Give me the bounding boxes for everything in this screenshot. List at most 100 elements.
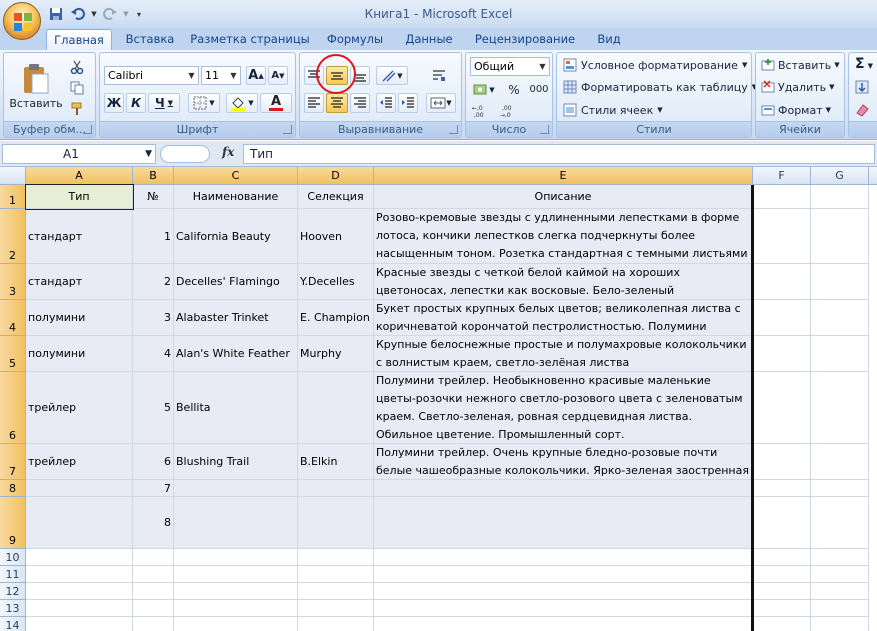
table-cell[interactable]: трейлер: [26, 372, 133, 444]
increase-indent-button[interactable]: [398, 93, 418, 113]
table-cell[interactable]: [298, 497, 374, 549]
header-cell[interactable]: Описание: [374, 185, 753, 209]
table-cell[interactable]: California Beauty: [174, 209, 298, 264]
table-cell[interactable]: B.Elkin: [298, 444, 374, 480]
tab-data[interactable]: Данные: [398, 29, 460, 50]
insert-function-icon[interactable]: fx: [222, 145, 234, 159]
table-cell[interactable]: [811, 336, 869, 372]
currency-button[interactable]: ▼: [470, 80, 498, 99]
header-cell[interactable]: Селекция: [298, 185, 374, 209]
clipboard-launcher-icon[interactable]: [83, 125, 92, 134]
name-box[interactable]: A1 ▼: [2, 144, 156, 164]
row-header[interactable]: 8: [0, 480, 26, 497]
table-cell[interactable]: [298, 600, 374, 617]
table-cell[interactable]: Розово-кремовые звезды с удлиненными леп…: [374, 209, 753, 264]
table-cell[interactable]: [298, 372, 374, 444]
orientation-button[interactable]: ▼: [376, 66, 408, 85]
underline-button[interactable]: Ч ▼: [148, 93, 180, 113]
borders-button[interactable]: ▼: [188, 93, 220, 113]
table-cell[interactable]: Букет простых крупных белых цветов; вели…: [374, 300, 753, 336]
column-header-f[interactable]: F: [753, 167, 811, 185]
table-cell[interactable]: [811, 480, 869, 497]
table-cell[interactable]: [753, 372, 811, 444]
table-cell[interactable]: [374, 497, 753, 549]
table-cell[interactable]: [374, 566, 753, 583]
header-cell[interactable]: №: [133, 185, 174, 209]
table-cell[interactable]: трейлер: [26, 444, 133, 480]
bold-button[interactable]: Ж: [104, 93, 124, 113]
table-cell[interactable]: [174, 566, 298, 583]
table-cell[interactable]: 3: [133, 300, 174, 336]
row-header[interactable]: 3: [0, 264, 26, 300]
table-cell[interactable]: [811, 497, 869, 549]
table-cell[interactable]: [374, 480, 753, 497]
table-cell[interactable]: Decelles' Flamingo: [174, 264, 298, 300]
tab-page-layout[interactable]: Разметка страницы: [190, 29, 310, 50]
table-cell[interactable]: [374, 617, 753, 631]
header-cell[interactable]: Наименование: [174, 185, 298, 209]
table-cell[interactable]: [298, 549, 374, 566]
table-cell[interactable]: [811, 583, 869, 600]
table-cell[interactable]: [753, 497, 811, 549]
table-cell[interactable]: [374, 600, 753, 617]
table-cell[interactable]: [753, 600, 811, 617]
table-cell[interactable]: [753, 336, 811, 372]
table-cell[interactable]: [26, 480, 133, 497]
table-cell[interactable]: [174, 583, 298, 600]
table-cell[interactable]: Blushing Trail: [174, 444, 298, 480]
column-header-b[interactable]: B: [133, 167, 174, 185]
row-header[interactable]: 9: [0, 497, 26, 549]
table-cell[interactable]: Крупные белоснежные простые и полумахров…: [374, 336, 753, 372]
autosum-button[interactable]: Σ ▼: [855, 56, 873, 72]
insert-cells-button[interactable]: Вставить ▼: [761, 58, 840, 72]
table-cell[interactable]: Alan's White Feather: [174, 336, 298, 372]
table-cell[interactable]: [811, 209, 869, 264]
wrap-text-icon[interactable]: [428, 66, 450, 85]
decrease-decimal-icon[interactable]: ,00 →,0: [498, 101, 522, 120]
table-cell[interactable]: [298, 566, 374, 583]
table-cell[interactable]: стандарт: [26, 209, 133, 264]
tab-home[interactable]: Главная: [46, 29, 112, 50]
paste-button[interactable]: Вставить: [9, 56, 63, 116]
table-cell[interactable]: Murphy: [298, 336, 374, 372]
clear-button[interactable]: [855, 103, 869, 120]
table-cell[interactable]: Hooven: [298, 209, 374, 264]
table-cell[interactable]: [133, 600, 174, 617]
row-header[interactable]: 4: [0, 300, 26, 336]
table-cell[interactable]: [753, 209, 811, 264]
table-cell[interactable]: [374, 583, 753, 600]
table-cell[interactable]: [753, 617, 811, 631]
table-cell[interactable]: [753, 264, 811, 300]
row-header[interactable]: 6: [0, 372, 26, 444]
table-cell[interactable]: [174, 600, 298, 617]
format-as-table-button[interactable]: Форматировать как таблицу▼: [563, 80, 757, 94]
table-cell[interactable]: [811, 600, 869, 617]
increase-decimal-icon[interactable]: ←,0,00: [470, 101, 494, 120]
row-header[interactable]: 13: [0, 600, 26, 617]
row-header[interactable]: 7: [0, 444, 26, 480]
row-header[interactable]: 12: [0, 583, 26, 600]
fill-button[interactable]: [855, 80, 869, 97]
table-cell[interactable]: Полумини трейлер. Очень крупные бледно-р…: [374, 444, 753, 480]
table-cell[interactable]: [298, 617, 374, 631]
table-cell[interactable]: [753, 480, 811, 497]
table-cell[interactable]: [133, 549, 174, 566]
table-cell[interactable]: [753, 444, 811, 480]
table-cell[interactable]: [753, 566, 811, 583]
table-cell[interactable]: [26, 600, 133, 617]
conditional-formatting-button[interactable]: Условное форматирование ▼: [563, 58, 747, 72]
table-cell[interactable]: полумини: [26, 300, 133, 336]
align-center-button[interactable]: [326, 93, 348, 113]
row-header[interactable]: 10: [0, 549, 26, 566]
table-cell[interactable]: [753, 549, 811, 566]
table-cell[interactable]: 4: [133, 336, 174, 372]
table-cell[interactable]: [298, 480, 374, 497]
tab-formulas[interactable]: Формулы: [320, 29, 390, 50]
delete-cells-button[interactable]: Удалить ▼: [761, 80, 835, 94]
table-cell[interactable]: [811, 566, 869, 583]
align-left-button[interactable]: [304, 93, 324, 113]
number-format-combo[interactable]: Общий ▼: [470, 57, 550, 76]
table-cell[interactable]: Y.Decelles: [298, 264, 374, 300]
table-cell[interactable]: Bellita: [174, 372, 298, 444]
table-cell[interactable]: [753, 583, 811, 600]
